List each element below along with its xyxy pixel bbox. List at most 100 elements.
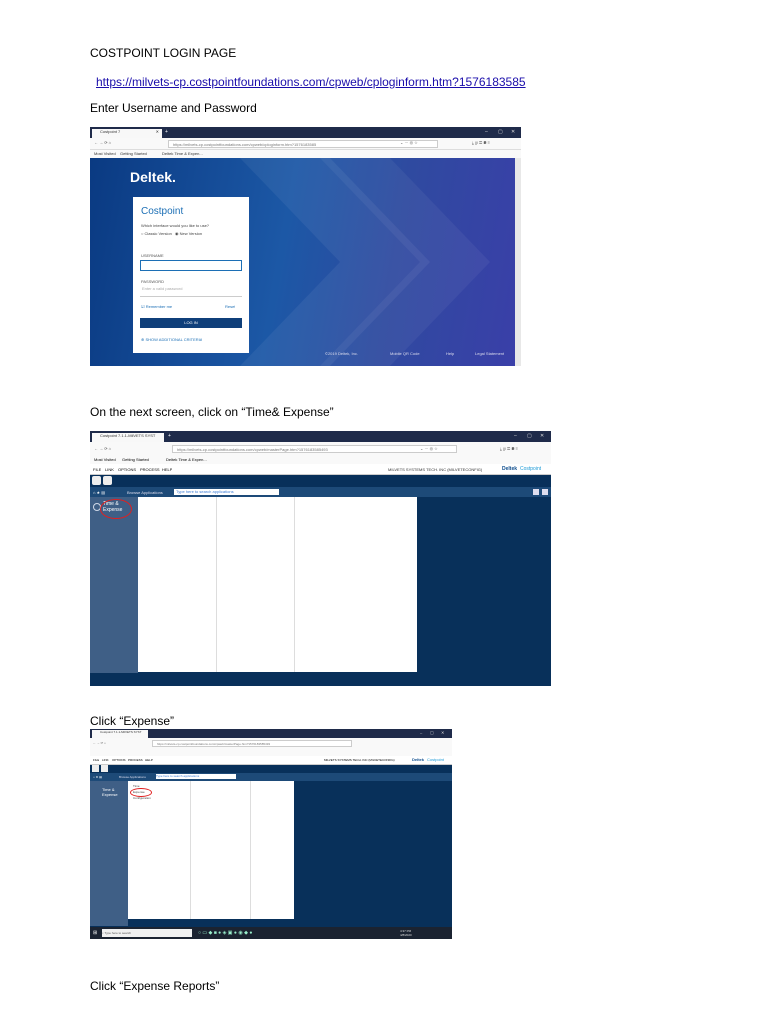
nav-time-expense[interactable]: Time & Expense (102, 787, 124, 797)
browser-tab[interactable]: Costpoint 7 ✕ (92, 129, 162, 138)
chat-icon[interactable] (92, 765, 99, 772)
column-divider (294, 497, 295, 672)
radio-new-version[interactable]: ◉ New Version (175, 231, 202, 236)
new-tab-icon[interactable]: + (168, 433, 171, 439)
bookmark-most-visited[interactable]: Most Visited (94, 151, 116, 156)
maximize-icon[interactable]: ▢ (527, 433, 532, 439)
submenu-configuration[interactable]: Configuration (133, 796, 151, 800)
browser-tab[interactable]: Costpoint 7.1.1-MilVETS SYST (92, 433, 164, 442)
address-bar-actions[interactable]: ⌄ ··· ◎ ☆ (400, 140, 418, 145)
applications-panel (138, 497, 417, 672)
password-label: PASSWORD (141, 279, 165, 284)
home-icon[interactable]: ⌂ ★ ▤ (93, 775, 102, 779)
new-tab-icon[interactable]: + (165, 129, 168, 135)
windows-taskbar: ⊞ ⌕ Type here to search ○ ▭ ◆ ■ ● ◈ ▣ ● … (90, 927, 452, 939)
minimize-icon[interactable]: – (420, 730, 422, 735)
login-background: Deltek. Costpoint Which interface would … (90, 158, 515, 366)
applications-toolbar: ⌂ ★ ▤ Browse Applications Type here to s… (90, 773, 452, 781)
costpoint-logo: Costpoint (427, 757, 444, 762)
address-bar[interactable]: https://milvets-cp.costpointfoundations.… (172, 445, 457, 453)
password-input[interactable]: Enter a valid password (140, 286, 242, 297)
login-button[interactable]: LOG IN (140, 318, 242, 328)
taskbar-search-label: Type here to search (104, 931, 131, 935)
remember-me-checkbox[interactable]: ☑ Remember me (141, 304, 172, 309)
menu-options[interactable]: OPTIONS (118, 467, 136, 472)
app-menu-bar: FILE LINK OPTIONS PROCESS HELP MILVETS S… (90, 756, 452, 765)
mobile-qr-link[interactable]: Mobile QR Code (390, 351, 420, 356)
bookmark-most-visited[interactable]: Most Visited (94, 457, 116, 462)
bookmark-getting-started[interactable]: Getting Started (120, 151, 147, 156)
tab-title: Costpoint 7.1.1-MilVETS SYST (100, 730, 142, 734)
menu-process[interactable]: PROCESS (128, 758, 143, 762)
browse-applications[interactable]: Browse Applications (127, 490, 163, 495)
deltek-logo: Deltek (412, 757, 425, 762)
history-icon[interactable] (103, 476, 112, 485)
login-screenshot: Costpoint 7 ✕ + – ▢ ✕ ← → ⟳ ⌂ https://mi… (90, 127, 521, 366)
legal-link[interactable]: Legal Statement (475, 351, 504, 356)
highlight-circle (100, 499, 132, 519)
new-label: New Version (179, 231, 203, 236)
tab-title: Costpoint 7 (100, 129, 121, 134)
maximize-icon[interactable]: ▢ (430, 730, 434, 735)
close-tab-icon[interactable]: ✕ (156, 129, 159, 134)
bookmark-deltek-time-expense[interactable]: Deltek Time & Expen... (166, 457, 207, 462)
user-icon[interactable] (533, 489, 539, 495)
bookmark-getting-started[interactable]: Getting Started (122, 457, 149, 462)
deltek-logo: Deltek. (130, 169, 176, 185)
menu-help[interactable]: HELP (145, 758, 153, 762)
browser-tab[interactable]: Costpoint 7.1.1-MilVETS SYST (92, 730, 148, 738)
bookmarks-bar: Most Visited Getting Started Deltek Time… (90, 150, 521, 158)
login-url-link[interactable]: https://milvets-cp.costpointfoundations.… (96, 75, 526, 89)
help-link[interactable]: Help (446, 351, 454, 356)
window-close-icon[interactable]: ✕ (441, 730, 444, 735)
sidebar: Time & Expense (90, 781, 128, 926)
show-additional-criteria[interactable]: ⊕ SHOW ADDITIONAL CRITERIA (141, 337, 202, 342)
status-area (90, 673, 551, 686)
menu-options[interactable]: OPTIONS (112, 758, 126, 762)
column-divider (216, 497, 217, 672)
toolbar-icons[interactable]: ⤓ ||\ ◫ ◉ ≡ (472, 140, 490, 145)
taskbar-app-icons[interactable]: ○ ▭ ◆ ■ ● ◈ ▣ ● ◉ ◆ ● (198, 930, 252, 936)
back-forward-reload-icons[interactable]: ← → ⟳ ⌂ (94, 446, 111, 451)
bookmark-deltek-time-expense[interactable]: Deltek Time & Expen... (162, 151, 203, 156)
chat-icon[interactable] (92, 476, 101, 485)
menu-help[interactable]: HELP (162, 467, 172, 472)
page-scrollbar[interactable] (515, 158, 521, 366)
menu-process[interactable]: PROCESS (140, 467, 160, 472)
menu-file[interactable]: FILE (93, 467, 101, 472)
costpoint-logo: Costpoint (520, 466, 542, 472)
menu-file[interactable]: FILE (93, 758, 99, 762)
tab-title: Costpoint 7.1.1-MilVETS SYST (100, 433, 156, 438)
home-icon[interactable]: ⌂ ★ ▤ (93, 490, 105, 495)
taskbar-search-box[interactable]: ⌕ Type here to search (102, 929, 192, 937)
address-bar-actions[interactable]: ⌄ ··· ◎ ☆ (420, 446, 438, 451)
windows-start-icon[interactable]: ⊞ (93, 930, 97, 936)
column-divider (190, 781, 191, 919)
step-click-time-expense: On the next screen, click on “Time& Expe… (90, 405, 334, 419)
interface-question: Which interface would you like to use? (141, 223, 210, 228)
menu-link[interactable]: LINK (105, 467, 114, 472)
settings-icon[interactable] (542, 489, 548, 495)
remember-label: Remember me (145, 304, 173, 309)
browse-applications[interactable]: Browse Applications (119, 775, 146, 779)
back-forward-reload-icons[interactable]: ← → ⟳ ⌂ (93, 741, 106, 745)
radio-classic-version[interactable]: ○ Classic Version (141, 231, 172, 236)
menu-link[interactable]: LINK (102, 758, 109, 762)
address-bar[interactable]: https://milvets-cp.costpointfoundations.… (152, 740, 352, 747)
bookmarks-bar: Most Visited Getting Started Deltek Time… (90, 455, 551, 464)
login-card: Costpoint Which interface would you like… (133, 197, 249, 353)
minimize-icon[interactable]: – (485, 129, 488, 135)
reset-link[interactable]: Reset (225, 304, 235, 309)
back-forward-reload-icons[interactable]: ← → ⟳ ⌂ (94, 140, 111, 145)
minimize-icon[interactable]: – (514, 433, 517, 439)
window-close-icon[interactable]: ✕ (511, 129, 515, 135)
window-close-icon[interactable]: ✕ (540, 433, 544, 439)
search-applications-input[interactable]: Type here to search applications (156, 774, 236, 779)
address-bar[interactable]: https://milvets-cp.costpointfoundations.… (168, 140, 438, 148)
app-menu-bar: FILE LINK OPTIONS PROCESS HELP MILVETS S… (90, 464, 551, 475)
username-input[interactable] (140, 260, 242, 271)
search-applications-input[interactable]: Type here to search applications (174, 489, 279, 495)
history-icon[interactable] (101, 765, 108, 772)
toolbar-icons[interactable]: ⤓ ||\ ◫ ◉ ≡ (500, 446, 518, 451)
maximize-icon[interactable]: ▢ (498, 129, 503, 135)
